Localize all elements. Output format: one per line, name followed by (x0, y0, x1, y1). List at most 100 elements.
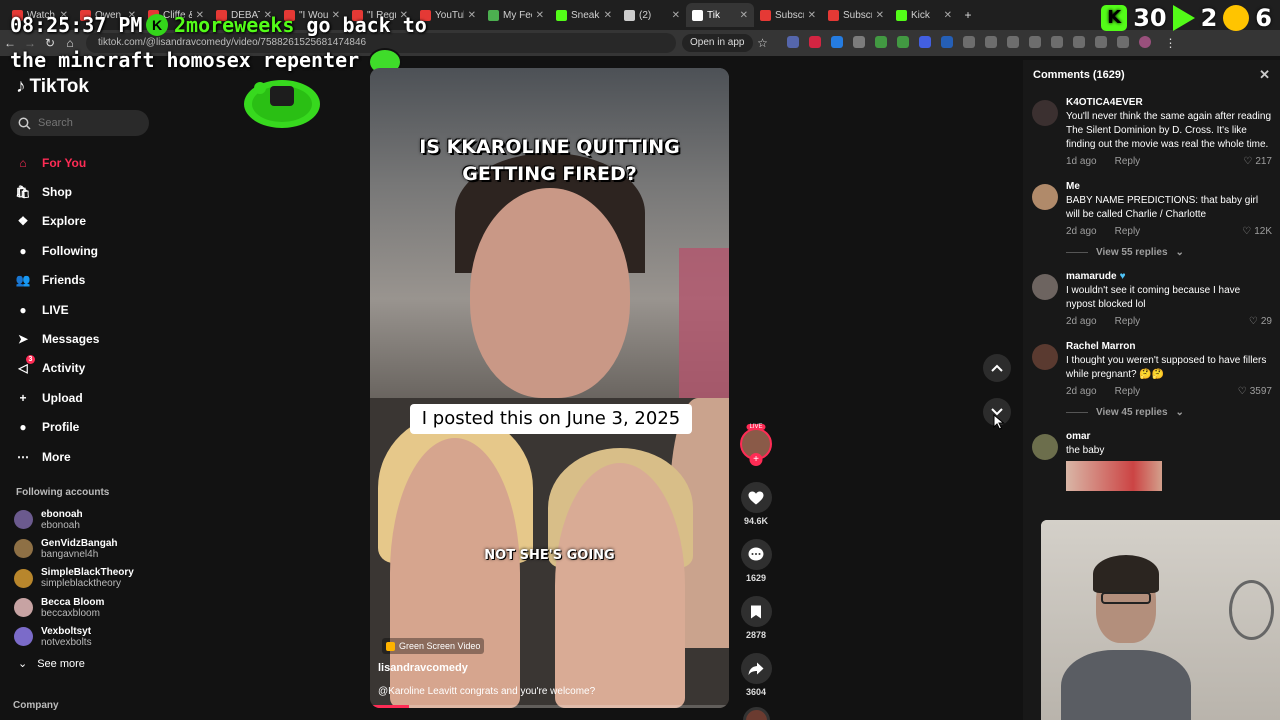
share-button[interactable] (740, 653, 772, 684)
browser-tab[interactable]: Sneak ✕ (550, 3, 618, 27)
comment-username[interactable]: omar (1066, 431, 1272, 442)
browser-tab[interactable]: (2) ✕ (618, 3, 686, 27)
comment-username[interactable]: Me (1066, 181, 1272, 192)
stream-counters: K 30 2 6 (1101, 4, 1272, 32)
following-account[interactable]: GenVidzBangah bangavnel4h (14, 534, 174, 563)
comment-icon (748, 547, 764, 561)
extension-icon[interactable] (984, 36, 997, 48)
avatar[interactable] (1032, 344, 1058, 370)
nav-item-profile[interactable]: ● Profile (14, 413, 164, 442)
following-account[interactable]: Vexboltsyt notvexbolts (14, 622, 174, 651)
comment-username[interactable]: Rachel Marron (1066, 341, 1272, 352)
search-input[interactable] (38, 117, 138, 129)
view-replies-button[interactable]: View 45 replies ⌄ (1066, 407, 1272, 418)
extension-icon[interactable] (918, 36, 931, 48)
tab-label: (2) (639, 9, 652, 21)
nav-item-for-you[interactable]: ⌂ For You (14, 148, 164, 177)
avatar[interactable] (1032, 100, 1058, 126)
extension-icon[interactable] (874, 36, 887, 48)
account-names: Vexboltsyt notvexbolts (41, 626, 92, 648)
comment-username[interactable]: K4OTICA4EVER (1066, 97, 1272, 108)
browser-tab[interactable]: Subscr ✕ (754, 3, 822, 27)
view-replies-button[interactable]: View 55 replies ⌄ (1066, 247, 1272, 258)
extension-icon[interactable] (1006, 36, 1019, 48)
comment-meta: 2d ago Reply ♡ 12K (1066, 224, 1272, 238)
video-progress-bar[interactable] (370, 705, 729, 708)
browser-tab[interactable]: Kick ✕ (890, 3, 958, 27)
comment-like[interactable]: ♡ 3597 (1238, 386, 1272, 397)
comment-button[interactable] (740, 539, 772, 570)
following-account[interactable]: Becca Bloom beccaxbloom (14, 593, 174, 622)
avatar[interactable] (1032, 434, 1058, 460)
account-handle: ebonoah (41, 519, 80, 531)
video-person-face (470, 188, 630, 398)
extension-icon[interactable] (962, 36, 975, 48)
share-count: 3604 (745, 687, 767, 697)
nav-item-messages[interactable]: ➤ Messages (14, 324, 164, 353)
green-screen-label[interactable]: Green Screen Video (382, 638, 485, 654)
new-tab-icon[interactable]: + (958, 8, 978, 22)
bookmark-star-icon[interactable]: ☆ (753, 36, 773, 50)
nav-item-friends[interactable]: 👥 Friends (14, 266, 164, 295)
follow-plus-icon[interactable]: + (749, 453, 763, 466)
extension-icon[interactable] (852, 36, 865, 48)
tab-close-icon[interactable]: ✕ (808, 10, 816, 21)
avatar[interactable] (1032, 274, 1058, 300)
company-link[interactable]: Company (13, 700, 59, 711)
tab-close-icon[interactable]: ✕ (468, 10, 476, 21)
save-button[interactable] (740, 596, 772, 627)
nav-item-explore[interactable]: ❖ Explore (14, 207, 164, 236)
browser-tab[interactable]: Subscr ✕ (822, 3, 890, 27)
friends-icon: 👥 (15, 273, 31, 288)
nav-item-upload[interactable]: + Upload (14, 383, 164, 412)
open-in-app-button[interactable]: Open in app (682, 34, 753, 52)
profile-icon[interactable] (1138, 36, 1151, 48)
tab-close-icon[interactable]: ✕ (672, 10, 680, 21)
extension-icon[interactable] (896, 36, 909, 48)
comment-username[interactable]: mamarude ♥ (1066, 271, 1272, 282)
comment-like[interactable]: ♡ 29 (1249, 316, 1272, 327)
extension-icon[interactable] (830, 36, 843, 48)
extension-icon[interactable] (786, 36, 799, 48)
close-icon[interactable]: ✕ (1259, 67, 1270, 83)
creator-avatar[interactable]: LIVE + (740, 424, 772, 466)
tab-close-icon[interactable]: ✕ (740, 10, 748, 21)
search-box[interactable] (10, 110, 149, 136)
extension-icon[interactable] (808, 36, 821, 48)
extension-icon[interactable] (1094, 36, 1107, 48)
reply-button[interactable]: Reply (1115, 316, 1141, 327)
like-button[interactable] (740, 482, 772, 513)
extension-icon[interactable] (940, 36, 953, 48)
comment-like[interactable]: ♡ 217 (1243, 156, 1272, 167)
see-more-button[interactable]: ⌄ See more (18, 657, 85, 671)
reply-button[interactable]: Reply (1115, 226, 1141, 237)
extension-icon[interactable] (1072, 36, 1085, 48)
comment-like[interactable]: ♡ 12K (1242, 226, 1272, 237)
following-account[interactable]: SimpleBlackTheory simpleblacktheory (14, 564, 174, 593)
tab-close-icon[interactable]: ✕ (536, 10, 544, 21)
menu-icon[interactable]: ⋮ (1161, 36, 1181, 50)
following-account[interactable]: ebonoah ebonoah (14, 505, 174, 534)
reply-button[interactable]: Reply (1115, 386, 1141, 397)
tab-close-icon[interactable]: ✕ (944, 10, 952, 21)
sound-disc-icon[interactable] (742, 707, 770, 720)
comment-image[interactable] (1066, 461, 1162, 491)
previous-video-button[interactable] (983, 354, 1011, 382)
nav-item-shop[interactable]: 🛍 Shop (14, 177, 164, 206)
nav-item-live[interactable]: ● LIVE (14, 295, 164, 324)
tab-close-icon[interactable]: ✕ (604, 10, 612, 21)
video-author[interactable]: lisandravcomedy (378, 662, 468, 674)
tiktok-logo[interactable]: ♪ TikTok (16, 76, 89, 98)
tab-close-icon[interactable]: ✕ (876, 10, 884, 21)
nav-item-more[interactable]: ⋯ More (14, 442, 164, 471)
extension-icon[interactable] (1050, 36, 1063, 48)
avatar[interactable] (1032, 184, 1058, 210)
browser-tab[interactable]: My Fee ✕ (482, 3, 550, 27)
nav-item-activity[interactable]: ◁ 3 Activity (14, 354, 164, 383)
video-player[interactable]: IS KKAROLINE QUITTING GETTING FIRED? I p… (370, 68, 729, 708)
reply-button[interactable]: Reply (1115, 156, 1141, 167)
extension-icon[interactable] (1028, 36, 1041, 48)
browser-tab[interactable]: Tik ✕ (686, 3, 754, 27)
extension-icon[interactable] (1116, 36, 1129, 48)
nav-item-following[interactable]: ● Following (14, 236, 164, 265)
